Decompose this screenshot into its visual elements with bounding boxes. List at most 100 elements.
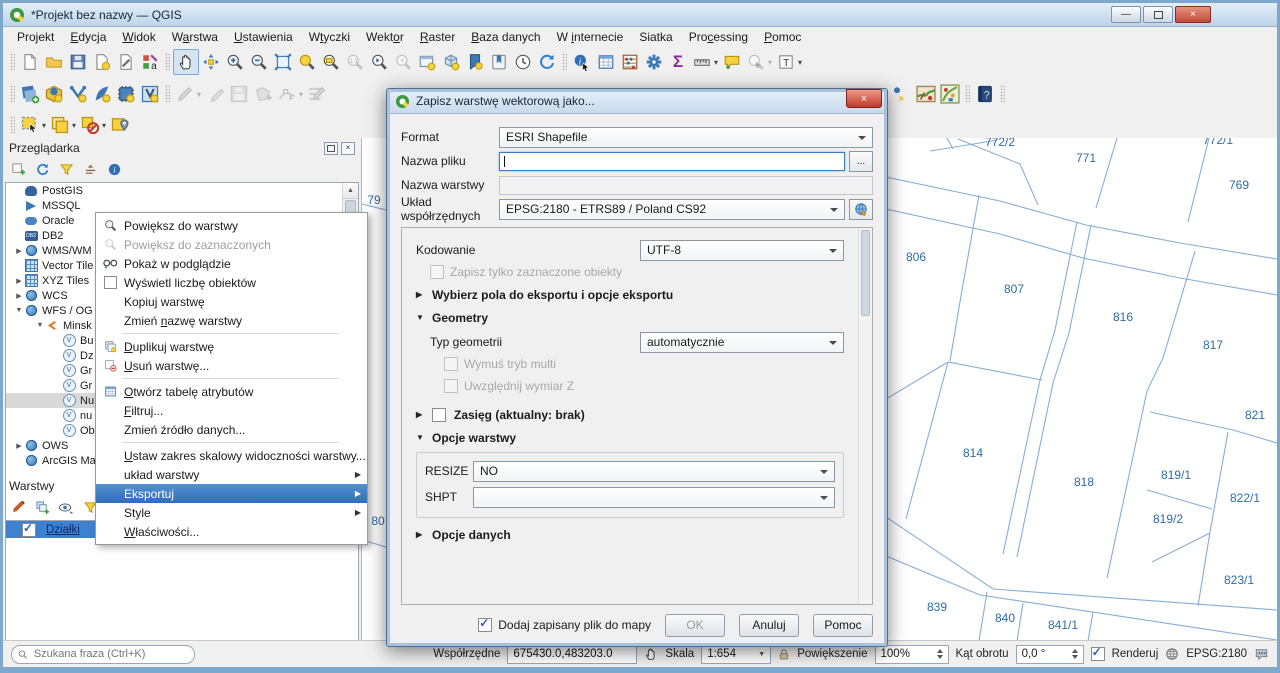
python-console-icon[interactable] — [890, 82, 914, 106]
current-edits-dropdown-arrow[interactable]: ▾ — [197, 90, 201, 99]
zoom-to-layer-icon[interactable] — [319, 50, 343, 74]
collapse-icon[interactable]: ▼ — [14, 307, 24, 314]
menu-wektor[interactable]: Wektor — [358, 28, 412, 46]
format-dropdown[interactable]: ESRI Shapefile — [499, 127, 873, 148]
dialog-scrollbar[interactable] — [858, 228, 872, 604]
resize-dropdown[interactable]: NO — [473, 461, 835, 482]
map-tips-icon[interactable] — [720, 50, 744, 74]
collapse-icon[interactable]: ▼ — [35, 322, 45, 329]
select-features-dropdown-arrow[interactable]: ▾ — [42, 121, 46, 130]
vertex-tool-dropdown-arrow[interactable]: ▾ — [299, 90, 303, 99]
search-input[interactable] — [32, 647, 188, 661]
new-shapefile-icon[interactable] — [66, 82, 90, 106]
tree-item-postgis[interactable]: PostGIS — [6, 183, 358, 198]
zoom-to-selection-icon[interactable] — [295, 50, 319, 74]
float-panel-icon[interactable] — [324, 142, 338, 155]
rotation-spinbox[interactable]: 0,0 ° — [1016, 645, 1084, 664]
sum-features-icon[interactable]: Σ — [666, 50, 690, 74]
zoom-next-icon[interactable] — [391, 50, 415, 74]
menu-baza-danych[interactable]: Baza danych — [463, 28, 548, 46]
coordinates-value[interactable]: 675430.0,483203.0 — [507, 645, 637, 664]
encoding-dropdown[interactable]: UTF-8 — [640, 240, 844, 261]
filename-input[interactable] — [499, 152, 845, 171]
expand-icon[interactable]: ▶ — [14, 442, 24, 450]
menu-raster[interactable]: Raster — [412, 28, 463, 46]
help-button[interactable]: Pomoc — [813, 614, 873, 637]
zoom-out-icon[interactable] — [247, 50, 271, 74]
map-themes-icon[interactable] — [57, 498, 75, 516]
measure-icon[interactable] — [690, 50, 714, 74]
menu-item-layer-crs[interactable]: układ warstwy▶ — [96, 465, 367, 484]
select-by-location-icon[interactable] — [108, 113, 132, 137]
expand-icon[interactable]: ▶ — [14, 277, 24, 285]
extent-section-header[interactable]: ▶ Zasięg (aktualny: brak) — [416, 406, 844, 423]
menu-item-change-data-source[interactable]: Zmień źródło danych... — [96, 420, 367, 439]
data-options-section-header[interactable]: ▶ Opcje danych — [416, 526, 844, 543]
dialog-title-bar[interactable]: Zapisz warstwę wektorową jako... × — [387, 89, 887, 114]
statistics-icon[interactable] — [618, 50, 642, 74]
toolbar-handle[interactable] — [165, 85, 170, 103]
scale-combo[interactable]: 1:654▼ — [701, 645, 771, 664]
crs-picker-icon[interactable] — [849, 199, 873, 220]
crs-dropdown[interactable]: EPSG:2180 - ETRS89 / Poland CS92 — [499, 199, 845, 220]
add-feature-icon[interactable] — [251, 82, 275, 106]
add-group-icon[interactable] — [33, 498, 51, 516]
menu-item-filter[interactable]: Filtruj... — [96, 401, 367, 420]
menu-wtyczki[interactable]: Wtyczki — [301, 28, 358, 46]
geometry-type-dropdown[interactable]: automatycznie — [640, 332, 844, 353]
layout-manager-icon[interactable] — [114, 50, 138, 74]
messages-icon[interactable] — [1254, 647, 1269, 661]
locator-search[interactable] — [11, 645, 195, 664]
new-virtual-layer-icon[interactable] — [138, 82, 162, 106]
shpt-dropdown[interactable] — [473, 487, 835, 508]
crs-globe-icon[interactable] — [1165, 647, 1179, 661]
menu-item-set-scale-visibility[interactable]: Ustaw zakres skalowy widoczności warstwy… — [96, 446, 367, 465]
crs-status[interactable]: EPSG:2180 — [1186, 648, 1247, 660]
menu-projekt[interactable]: Projekt — [9, 28, 62, 46]
menu-warstwa[interactable]: Warstwa — [164, 28, 226, 46]
measure-dropdown-arrow[interactable]: ▾ — [714, 58, 718, 67]
render-checkbox[interactable] — [1091, 647, 1105, 661]
layer-visibility-checkbox[interactable] — [22, 523, 36, 537]
extent-checkbox[interactable] — [432, 408, 446, 422]
open-layer-styling-icon[interactable] — [9, 498, 27, 516]
georeferencer-icon[interactable] — [914, 82, 938, 106]
style-manager-icon[interactable]: a — [138, 50, 162, 74]
add-selected-layers-icon[interactable] — [9, 160, 27, 178]
new-3d-map-view-icon[interactable] — [439, 50, 463, 74]
data-source-manager-icon[interactable] — [18, 82, 42, 106]
menu-item-properties[interactable]: Właściwości... — [96, 522, 367, 541]
cancel-button[interactable]: Anuluj — [739, 614, 799, 637]
new-geopackage-icon[interactable] — [42, 82, 66, 106]
refresh-icon[interactable] — [535, 50, 559, 74]
temporal-controller-icon[interactable] — [511, 50, 535, 74]
dialog-close-icon[interactable]: × — [846, 89, 882, 108]
toolbar-handle[interactable] — [965, 85, 970, 103]
minimize-button[interactable]: — — [1111, 6, 1141, 23]
processing-toolbox-icon[interactable] — [642, 50, 666, 74]
browse-button[interactable]: ... — [849, 151, 873, 172]
new-project-icon[interactable] — [18, 50, 42, 74]
menu-w-internecie[interactable]: W internecie — [549, 28, 632, 46]
new-bookmark-icon[interactable] — [463, 50, 487, 74]
menu-item-export[interactable]: Eksportuj▶ — [96, 484, 367, 503]
menu-item-open-attribute-table[interactable]: Otwórz tabelę atrybutów — [96, 382, 367, 401]
ok-button[interactable]: OK — [665, 614, 725, 637]
expand-icon[interactable]: ▶ — [14, 292, 24, 300]
menu-item-zoom-to-layer[interactable]: Powiększ do warstwy — [96, 216, 367, 235]
layer-options-section-header[interactable]: ▼ Opcje warstwy — [416, 429, 844, 446]
menu-item-copy-layer[interactable]: Kopiuj warstwę — [96, 292, 367, 311]
mouse-position-icon[interactable] — [644, 647, 658, 661]
tree-item-mssql[interactable]: MSSQL — [6, 198, 358, 213]
save-edits-icon[interactable] — [227, 82, 251, 106]
new-map-view-icon[interactable] — [415, 50, 439, 74]
toolbar-handle[interactable] — [1000, 85, 1005, 103]
select-features-icon[interactable] — [18, 113, 42, 137]
menu-item-zoom-to-selected[interactable]: Powiększ do zaznaczonych — [96, 235, 367, 254]
identify-features-icon[interactable]: i — [570, 50, 594, 74]
annotation-dropdown-arrow[interactable]: ▾ — [798, 58, 802, 67]
new-memory-layer-icon[interactable] — [114, 82, 138, 106]
add-to-map-checkbox[interactable] — [478, 618, 492, 632]
new-print-layout-icon[interactable] — [90, 50, 114, 74]
refresh-browser-icon[interactable] — [33, 160, 51, 178]
